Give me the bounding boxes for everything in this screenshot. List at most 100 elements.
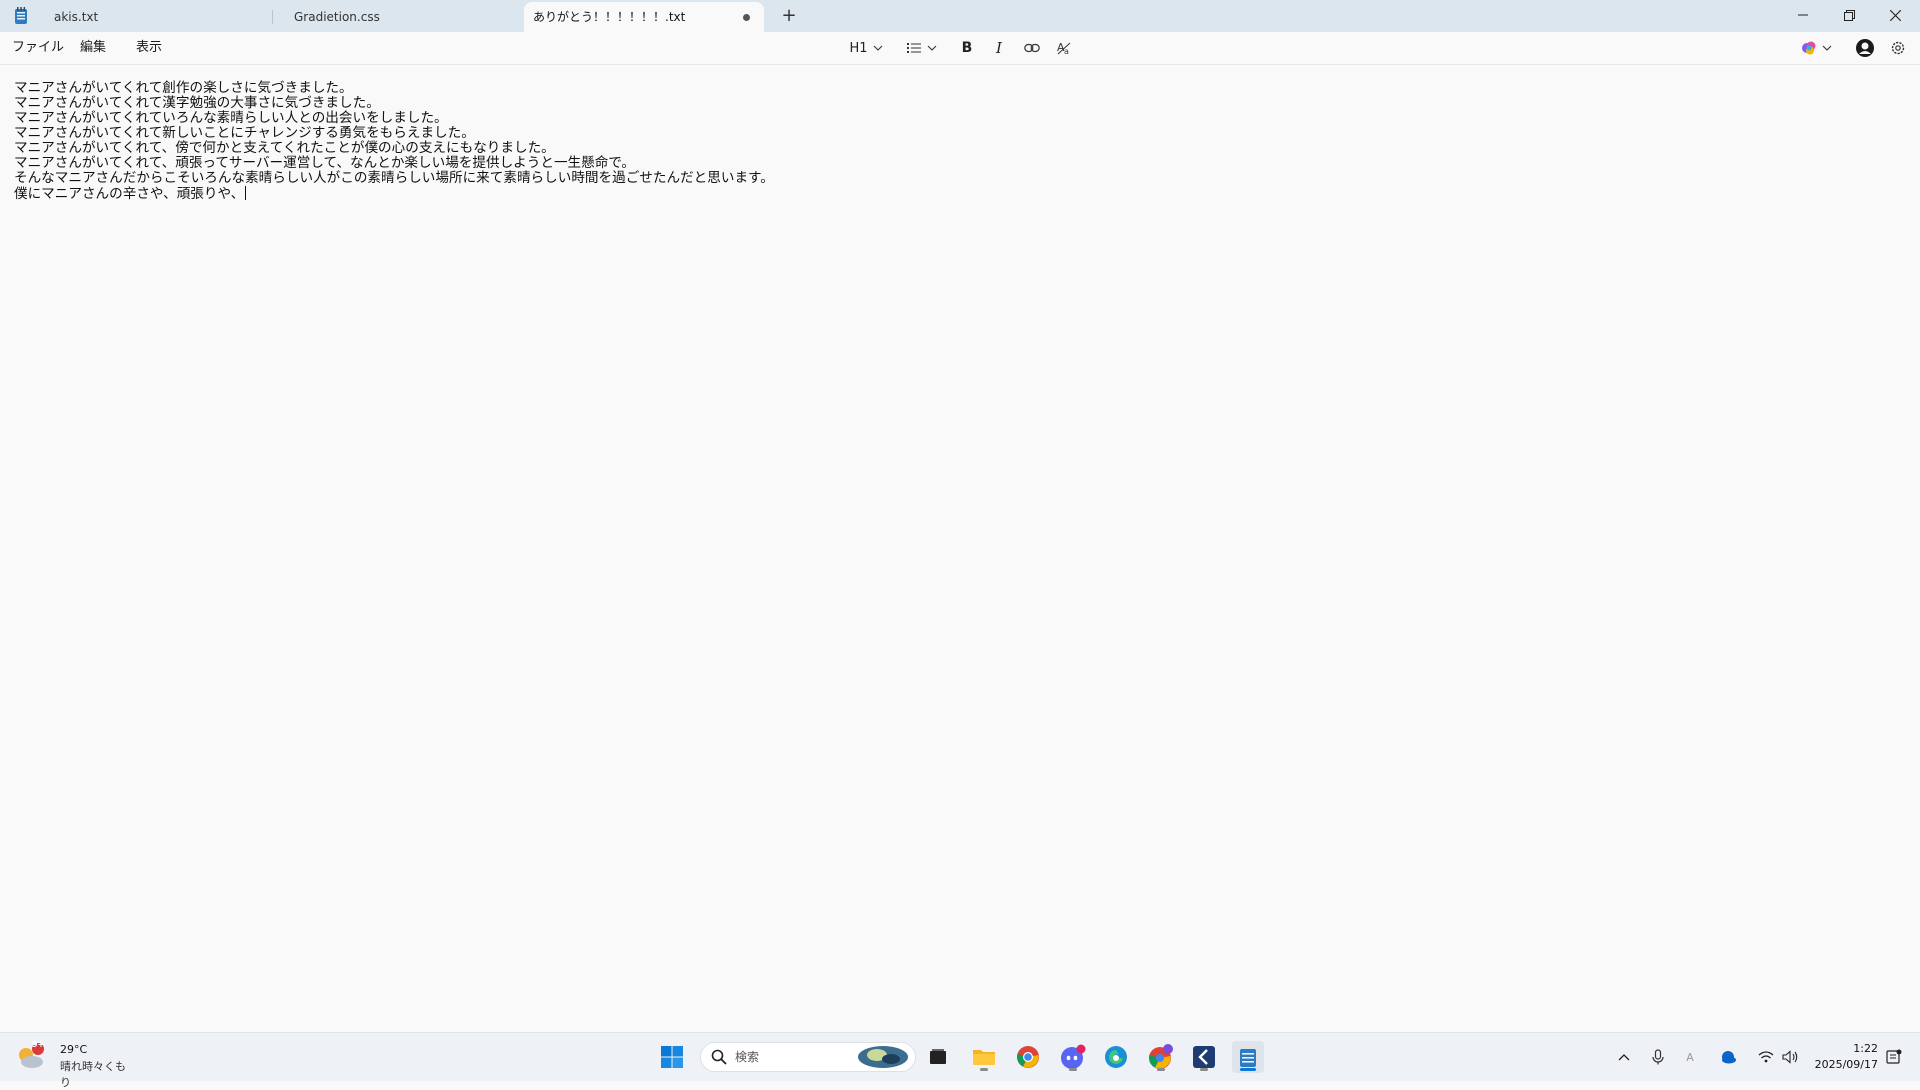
restore-icon [1843, 9, 1855, 21]
new-tab-button[interactable]: + [778, 5, 800, 27]
bold-icon: B [961, 40, 973, 56]
text-caret [245, 186, 247, 200]
italic-icon: I [996, 39, 1002, 57]
wifi-icon [1758, 1051, 1774, 1063]
chrome-profile-icon [1149, 1044, 1173, 1069]
chrome-button[interactable] [1012, 1041, 1044, 1073]
chrome-icon [1017, 1046, 1039, 1068]
folder-icon [973, 1050, 995, 1065]
link-icon [1024, 43, 1040, 53]
active-indicator [1240, 1068, 1256, 1071]
list-dropdown[interactable] [904, 36, 940, 60]
copilot-dropdown[interactable] [1796, 36, 1836, 60]
minimize-button[interactable] [1780, 0, 1826, 30]
microphone-icon [1652, 1049, 1664, 1065]
edge-button[interactable] [1100, 1041, 1132, 1073]
volume-button[interactable] [1778, 1041, 1802, 1073]
tab-label: akis.txt [54, 10, 99, 24]
settings-button[interactable] [1886, 36, 1910, 60]
weather-temp: 29°C [60, 1043, 88, 1056]
chevron-up-icon [1618, 1054, 1630, 1061]
running-indicator [1200, 1068, 1208, 1071]
chevron-down-icon [873, 45, 882, 51]
editor-line: マニアさんがいてくれて新しいことにチャレンジする勇気をもらえました。 [14, 125, 475, 141]
heading-label: H1 [849, 40, 868, 56]
edge-icon [1105, 1046, 1127, 1068]
clear-formatting-button[interactable]: A a [1052, 36, 1076, 60]
notepad-icon [1240, 1049, 1256, 1067]
editor-last-line: 僕にマニアさんの辛さや、頑張りや、 [14, 186, 774, 202]
tab-gradietion[interactable]: Gradietion.css [276, 2, 508, 32]
notification-button[interactable] [1882, 1041, 1906, 1073]
menu-file[interactable]: ファイル [12, 32, 64, 64]
file-explorer-button[interactable] [968, 1041, 1000, 1073]
clock[interactable]: 1:22 2025/09/17 [1806, 1033, 1878, 1081]
notification-icon [1886, 1049, 1902, 1064]
tab-separator [272, 10, 273, 24]
tab-label: ありがとう！！！！！！.txt [533, 10, 686, 24]
editor-text[interactable]: マニアさんがいてくれて創作の楽しさに気づきました。 マニアさんがいてくれて漢字勉強… [14, 81, 774, 202]
running-indicator [1157, 1068, 1165, 1071]
taskbar-search[interactable]: 検索 [700, 1042, 916, 1072]
discord-button[interactable] [1057, 1041, 1089, 1073]
notepad-taskbar-button[interactable] [1232, 1041, 1264, 1073]
heading-dropdown[interactable]: H1 [848, 36, 884, 60]
clock-time: 1:22 [1853, 1042, 1878, 1055]
editor-line: マニアさんがいてくれて、頑張ってサーバー運営して、なんとか楽しい場を提供しようと… [14, 155, 635, 171]
account-icon [1856, 39, 1874, 57]
onedrive-icon [1722, 1051, 1736, 1064]
discord-icon [1061, 1044, 1086, 1069]
list-icon [907, 43, 921, 53]
editor-line: 僕にマニアさんの辛さや、頑張りや、 [14, 186, 245, 202]
running-indicator [980, 1068, 988, 1071]
copilot-icon [1801, 41, 1815, 55]
start-button[interactable] [656, 1041, 688, 1073]
ime-icon: A [1686, 1050, 1694, 1064]
weather-widget[interactable]: 9+ 29°C 晴れ時々くもり [10, 1033, 130, 1089]
editor-line: マニアさんがいてくれて創作の楽しさに気づきました。 [14, 80, 353, 96]
clear-formatting-icon: A a [1057, 41, 1071, 56]
menu-edit[interactable]: 編集 [80, 32, 106, 64]
task-view-icon [930, 1049, 946, 1064]
unsaved-dot-icon[interactable] [743, 14, 750, 21]
ime-indicator[interactable]: A [1678, 1041, 1702, 1073]
tab-arigatou[interactable]: ありがとう！！！！！！.txt [524, 2, 764, 32]
onedrive-button[interactable] [1716, 1041, 1740, 1073]
close-icon [1889, 9, 1901, 21]
editor-area[interactable]: マニアさんがいてくれて創作の楽しさに気づきました。 マニアさんがいてくれて漢字勉強… [0, 65, 1920, 1031]
bold-button[interactable]: B [956, 36, 978, 60]
menu-bar: ファイル 編集 表示 H1 B I A a [0, 32, 1920, 65]
editor-line: そんなマニアさんだからこそいろんな素晴らしい人がこの素晴らしい場所に来て素晴らし… [14, 170, 774, 186]
microphone-button[interactable] [1646, 1041, 1670, 1073]
notepad-app-icon [15, 7, 27, 24]
chrome-profile-button[interactable] [1145, 1041, 1177, 1073]
show-hidden-icons-button[interactable] [1612, 1041, 1636, 1073]
weather-badge: 9+ [32, 1040, 45, 1049]
link-button[interactable] [1020, 36, 1044, 60]
windows-icon [661, 1046, 683, 1068]
wifi-button[interactable] [1754, 1041, 1778, 1073]
search-highlight-icon [858, 1046, 908, 1068]
account-button[interactable] [1852, 36, 1878, 60]
weather-desc: 晴れ時々くもり [60, 1060, 126, 1089]
clock-date: 2025/09/17 [1814, 1058, 1878, 1071]
tab-label: Gradietion.css [294, 10, 380, 24]
taskbar: 9+ 29°C 晴れ時々くもり 検索 A 1:22 2025/09/17 [0, 1032, 1920, 1089]
restore-button[interactable] [1826, 0, 1872, 30]
running-indicator [1069, 1068, 1077, 1071]
italic-button[interactable]: I [988, 36, 1010, 60]
editor-line: マニアさんがいてくれて漢字勉強の大事さに気づきました。 [14, 95, 380, 111]
vscode-like-button[interactable] [1188, 1041, 1220, 1073]
close-button[interactable] [1872, 0, 1918, 30]
search-icon [711, 1049, 727, 1065]
volume-icon [1782, 1050, 1798, 1064]
search-placeholder: 検索 [735, 1050, 760, 1064]
code-editor-icon [1193, 1046, 1215, 1068]
task-view-button[interactable] [922, 1041, 954, 1073]
editor-line: マニアさんがいてくれていろんな素晴らしい人との出会いをしました。 [14, 110, 448, 126]
tab-akis[interactable]: akis.txt [36, 2, 268, 32]
menu-view[interactable]: 表示 [136, 32, 162, 64]
minimize-icon [1798, 14, 1808, 16]
chevron-down-icon [927, 45, 937, 51]
chevron-down-icon [1822, 45, 1831, 51]
